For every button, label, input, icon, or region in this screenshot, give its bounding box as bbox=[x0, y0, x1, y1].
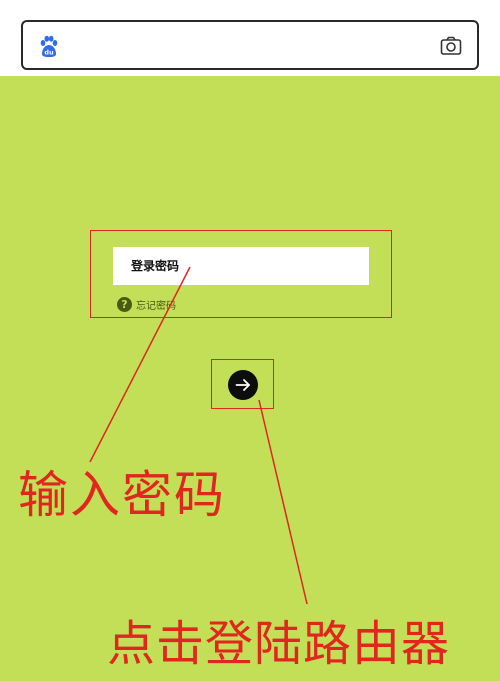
password-input[interactable] bbox=[113, 247, 369, 285]
question-mark-icon: ? bbox=[117, 296, 132, 312]
search-box[interactable]: du bbox=[21, 20, 479, 70]
annotation-caption-click-login: 点击登陆路由器 bbox=[107, 616, 451, 672]
top-bar: du bbox=[0, 0, 500, 76]
arrow-right-icon bbox=[235, 379, 250, 391]
forgot-password-link[interactable]: ? 忘记密码 bbox=[117, 296, 176, 312]
baidu-logo-text: du bbox=[44, 49, 54, 57]
login-submit-button[interactable] bbox=[228, 370, 258, 400]
camera-icon[interactable] bbox=[439, 34, 463, 58]
annotation-caption-enter-password: 输入密码 bbox=[18, 466, 226, 524]
forgot-password-label: 忘记密码 bbox=[136, 300, 176, 312]
baidu-paw-icon: du bbox=[40, 35, 58, 57]
